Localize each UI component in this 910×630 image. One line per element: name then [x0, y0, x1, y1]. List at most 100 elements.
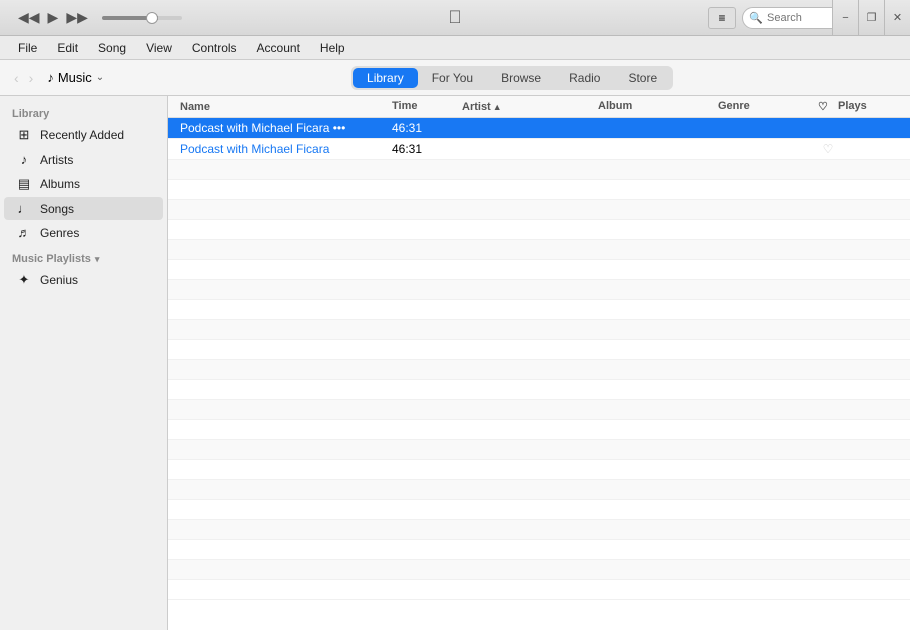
- empty-row: [168, 400, 910, 420]
- menu-file[interactable]: File: [8, 39, 47, 57]
- empty-row: [168, 340, 910, 360]
- nav-bar: ‹ › ♪ Music ⌄ Library For You Browse Rad…: [0, 60, 910, 96]
- artists-icon: ♪: [16, 152, 32, 167]
- sidebar-item-genius[interactable]: ✦ Genius: [4, 268, 163, 292]
- col-header-artist: Artist ▲: [462, 100, 582, 113]
- tab-library[interactable]: Library: [353, 68, 418, 88]
- col-header-plays: Plays: [838, 100, 898, 113]
- artists-label: Artists: [40, 153, 73, 167]
- empty-row: [168, 440, 910, 460]
- empty-row: [168, 420, 910, 440]
- col-header-heart: ♡: [818, 100, 838, 113]
- menu-controls[interactable]: Controls: [182, 39, 247, 57]
- restore-button[interactable]: ❐: [858, 0, 884, 35]
- songs-icon: ♩: [16, 201, 32, 216]
- main-layout: Library ⊞ Recently Added ♪ Artists ▤ Alb…: [0, 96, 910, 630]
- volume-thumb[interactable]: [146, 12, 158, 24]
- row-time: 46:31: [392, 121, 462, 135]
- volume-slider[interactable]: [102, 16, 182, 20]
- menu-view[interactable]: View: [136, 39, 182, 57]
- table-header: Name Time Artist ▲ Album Genre ♡ Plays: [168, 96, 910, 118]
- menu-account[interactable]: Account: [247, 39, 310, 57]
- menu-toggle-button[interactable]: ≡: [708, 7, 736, 29]
- genres-label: Genres: [40, 226, 79, 240]
- dropdown-arrow-icon: ⌄: [96, 72, 104, 83]
- playlists-section[interactable]: Music Playlists ▾: [0, 245, 167, 267]
- sidebar-item-recently-added[interactable]: ⊞ Recently Added: [4, 123, 163, 147]
- albums-icon: ▤: [16, 176, 32, 192]
- playlists-chevron-icon: ▾: [95, 254, 100, 265]
- music-note-icon: ♪: [47, 70, 54, 85]
- empty-row: [168, 200, 910, 220]
- tab-group: Library For You Browse Radio Store: [351, 66, 673, 90]
- empty-row: [168, 260, 910, 280]
- empty-row: [168, 180, 910, 200]
- prev-button[interactable]: ◀◀: [16, 7, 42, 28]
- empty-row: [168, 540, 910, 560]
- songs-label: Songs: [40, 202, 74, 216]
- sidebar: Library ⊞ Recently Added ♪ Artists ▤ Alb…: [0, 96, 168, 630]
- empty-row: [168, 500, 910, 520]
- sidebar-item-artists[interactable]: ♪ Artists: [4, 148, 163, 171]
- tab-radio[interactable]: Radio: [555, 68, 614, 88]
- empty-rows: [168, 160, 910, 600]
- col-header-album: Album: [598, 100, 718, 113]
- tab-store[interactable]: Store: [614, 68, 671, 88]
- menu-song[interactable]: Song: [88, 39, 136, 57]
- empty-row: [168, 360, 910, 380]
- empty-row: [168, 480, 910, 500]
- empty-row: [168, 220, 910, 240]
- recently-added-label: Recently Added: [40, 128, 124, 142]
- empty-row: [168, 300, 910, 320]
- empty-row: [168, 160, 910, 180]
- next-button[interactable]: ▶▶: [64, 7, 90, 28]
- title-bar: ◀◀ ▶ ▶▶  ≡ 🔍 − ❐ ✕: [0, 0, 910, 36]
- empty-row: [168, 460, 910, 480]
- menu-help[interactable]: Help: [310, 39, 355, 57]
- empty-row: [168, 520, 910, 540]
- col-header-time: Time: [392, 100, 462, 113]
- content-area: Name Time Artist ▲ Album Genre ♡ Plays P…: [168, 96, 910, 630]
- empty-row: [168, 380, 910, 400]
- menu-bar: File Edit Song View Controls Account Hel…: [0, 36, 910, 60]
- play-button[interactable]: ▶: [46, 7, 61, 28]
- window-controls: − ❐ ✕: [832, 0, 910, 35]
- playlists-label: Music Playlists: [12, 253, 91, 265]
- tab-for-you[interactable]: For You: [418, 68, 487, 88]
- col-header-genre: Genre: [718, 100, 818, 113]
- row-name: Podcast with Michael Ficara •••: [180, 121, 392, 135]
- back-button[interactable]: ‹: [10, 68, 23, 88]
- row-name: Podcast with Michael Ficara: [180, 142, 392, 156]
- sidebar-item-albums[interactable]: ▤ Albums: [4, 172, 163, 196]
- apple-logo: : [448, 7, 462, 28]
- row-time: 46:31: [392, 142, 462, 156]
- music-selector[interactable]: ♪ Music ⌄: [47, 70, 104, 85]
- empty-row: [168, 280, 910, 300]
- row-heart[interactable]: ♡: [818, 142, 838, 156]
- col-header-spacer: [582, 100, 598, 113]
- sidebar-item-songs[interactable]: ♩ Songs: [4, 197, 163, 220]
- close-button[interactable]: ✕: [884, 0, 910, 35]
- genres-icon: ♬: [16, 225, 32, 240]
- transport-controls: ◀◀ ▶ ▶▶: [16, 7, 182, 28]
- music-label: Music: [58, 70, 92, 85]
- albums-label: Albums: [40, 177, 80, 191]
- nav-arrows: ‹ ›: [10, 68, 37, 88]
- sort-arrow-icon: ▲: [493, 102, 502, 112]
- empty-row: [168, 560, 910, 580]
- empty-row: [168, 240, 910, 260]
- empty-row: [168, 320, 910, 340]
- menu-icon: ≡: [718, 11, 725, 25]
- genius-label: Genius: [40, 273, 78, 287]
- tab-browse[interactable]: Browse: [487, 68, 555, 88]
- table-row[interactable]: Podcast with Michael Ficara 46:31 ♡: [168, 139, 910, 160]
- menu-edit[interactable]: Edit: [47, 39, 88, 57]
- forward-button[interactable]: ›: [25, 68, 38, 88]
- search-icon: 🔍: [749, 11, 763, 24]
- col-header-name: Name: [180, 100, 392, 113]
- table-row[interactable]: Podcast with Michael Ficara ••• 46:31: [168, 118, 910, 139]
- empty-row: [168, 580, 910, 600]
- library-section-label: Library: [0, 104, 167, 122]
- sidebar-item-genres[interactable]: ♬ Genres: [4, 221, 163, 244]
- minimize-button[interactable]: −: [832, 0, 858, 35]
